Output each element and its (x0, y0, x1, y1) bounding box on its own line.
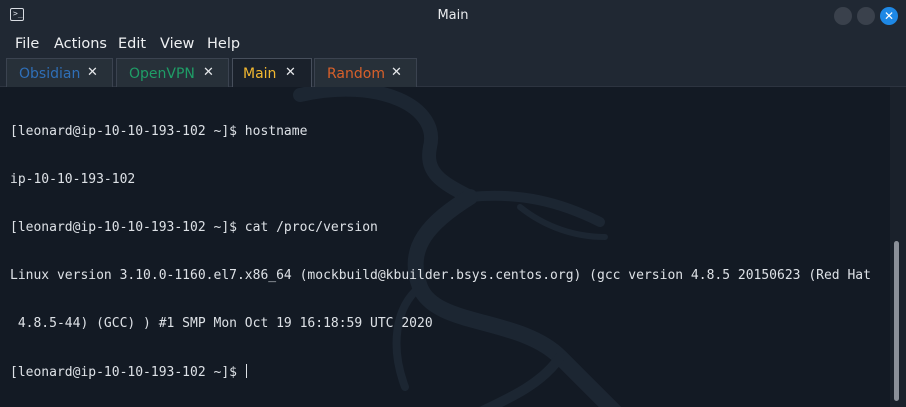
menu-actions[interactable]: Actions (54, 35, 107, 53)
tab-close-icon[interactable]: ✕ (87, 65, 98, 81)
terminal-line: [leonard@ip-10-10-193-102 ~]$ cat /proc/… (10, 220, 378, 235)
text-cursor (245, 364, 247, 378)
menu-help[interactable]: Help (207, 35, 240, 53)
terminal-line: ip-10-10-193-102 (10, 172, 136, 187)
tab-close-icon[interactable]: ✕ (203, 65, 214, 81)
scrollbar-thumb[interactable] (894, 241, 899, 401)
tab-main[interactable]: Main ✕ (232, 58, 312, 88)
terminal-prompt-line[interactable]: [leonard@ip-10-10-193-102 ~]$ (10, 364, 871, 380)
tab-random[interactable]: Random ✕ (314, 58, 417, 87)
menu-edit[interactable]: Edit (118, 35, 146, 53)
terminal-line: [leonard@ip-10-10-193-102 ~]$ hostname (10, 124, 308, 139)
close-icon: ✕ (883, 9, 895, 23)
prompt-text: [leonard@ip-10-10-193-102 ~]$ (10, 365, 245, 380)
window-title: Main (437, 8, 469, 23)
vertical-scrollbar[interactable] (890, 87, 906, 407)
menu-bar: File Actions Edit View Help (0, 32, 906, 56)
tab-obsidian[interactable]: Obsidian ✕ (6, 58, 113, 87)
tab-bar: Obsidian ✕ OpenVPN ✕ Main ✕ Random ✕ (0, 56, 906, 88)
tab-close-icon[interactable]: ✕ (391, 65, 402, 81)
menu-view[interactable]: View (160, 35, 194, 53)
tab-label: Obsidian (19, 66, 81, 82)
tab-label: Main (243, 66, 277, 82)
tab-openvpn[interactable]: OpenVPN ✕ (116, 58, 229, 87)
tab-label: Random (327, 66, 385, 82)
terminal-lines: [leonard@ip-10-10-193-102 ~]$ hostname i… (10, 92, 871, 407)
menu-file[interactable]: File (15, 35, 39, 53)
close-window-button[interactable]: ✕ (880, 7, 898, 25)
terminal-line: Linux version 3.10.0-1160.el7.x86_64 (mo… (10, 268, 871, 283)
tab-label: OpenVPN (129, 66, 195, 82)
minimize-button[interactable] (834, 7, 852, 25)
terminal-window: >_ Main ✕ File Actions Edit View Help Ob… (0, 0, 906, 407)
tab-close-icon[interactable]: ✕ (285, 65, 296, 81)
title-bar[interactable]: >_ Main ✕ (0, 0, 906, 32)
terminal-output[interactable]: [leonard@ip-10-10-193-102 ~]$ hostname i… (0, 87, 890, 407)
terminal-line: 4.8.5-44) (GCC) ) #1 SMP Mon Oct 19 16:1… (10, 316, 433, 331)
maximize-button[interactable] (857, 7, 875, 25)
